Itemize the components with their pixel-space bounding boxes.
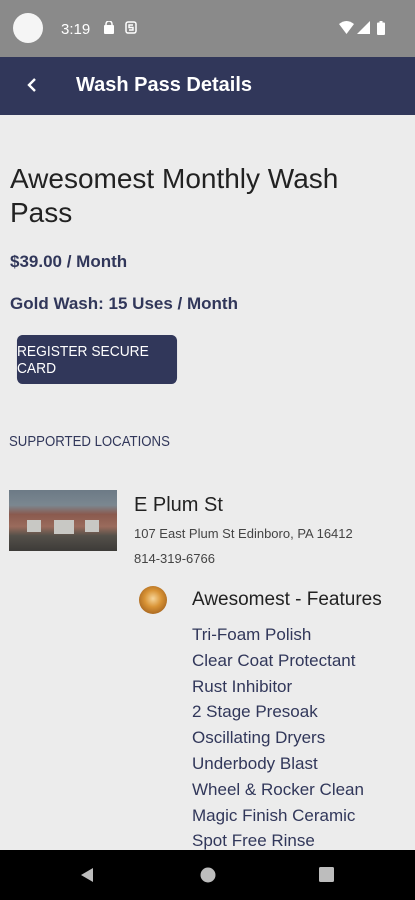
supported-locations-header: SUPPORTED LOCATIONS [9,433,170,450]
page-title: Wash Pass Details [76,74,253,96]
feature-item: Clear Coat Protectant [192,650,356,670]
register-secure-card-button[interactable]: REGISTER SECURE CARD [16,335,178,384]
location-name[interactable]: E Plum St [134,494,223,517]
feature-item: Underbody Blast [192,753,318,773]
feature-item: Spot Free Rinse [192,831,315,850]
app-bar: Wash Pass Details [0,57,415,115]
feature-item: Wheel & Rocker Clean [192,779,364,799]
location-address[interactable]: 107 East Plum St Edinboro, PA 16412 [134,526,353,541]
back-button[interactable] [18,71,46,99]
feature-item: 2 Stage Presoak [192,702,318,722]
chevron-left-icon [27,78,36,92]
status-bar: 3:19 [0,0,415,57]
wash-features-title: Awesomest - Features [192,589,382,610]
back-triangle-icon[interactable] [80,867,94,888]
status-time: 3:19 [61,21,91,38]
system-nav-bar [0,850,415,900]
signal-icon [357,21,370,37]
wash-badge-icon [139,586,167,614]
status-avatar-icon [13,13,43,43]
pass-title: Awesomest Monthly Wash Pass [10,163,339,228]
app-s-icon [125,21,137,37]
notification-lock-icon [103,20,115,37]
feature-item: Oscillating Dryers [192,728,326,748]
pass-uses: Gold Wash: 15 Uses / Month [10,294,238,313]
recents-square-icon[interactable] [319,867,334,887]
feature-item: Tri-Foam Polish [192,625,312,644]
content-scroll-area[interactable]: Awesomest Monthly Wash Pass $39.00 / Mon… [0,115,415,850]
pass-price: $39.00 / Month [10,252,128,271]
battery-icon [377,21,385,38]
feature-item: Magic Finish Ceramic [192,805,356,825]
features-list: Tri-Foam Polish Clear Coat Protectant Ru… [192,622,364,850]
home-circle-icon[interactable] [200,867,216,888]
location-phone[interactable]: 814-319-6766 [134,551,215,566]
feature-item: Rust Inhibitor [192,676,293,696]
location-photo [9,490,117,551]
wifi-icon [339,21,354,37]
